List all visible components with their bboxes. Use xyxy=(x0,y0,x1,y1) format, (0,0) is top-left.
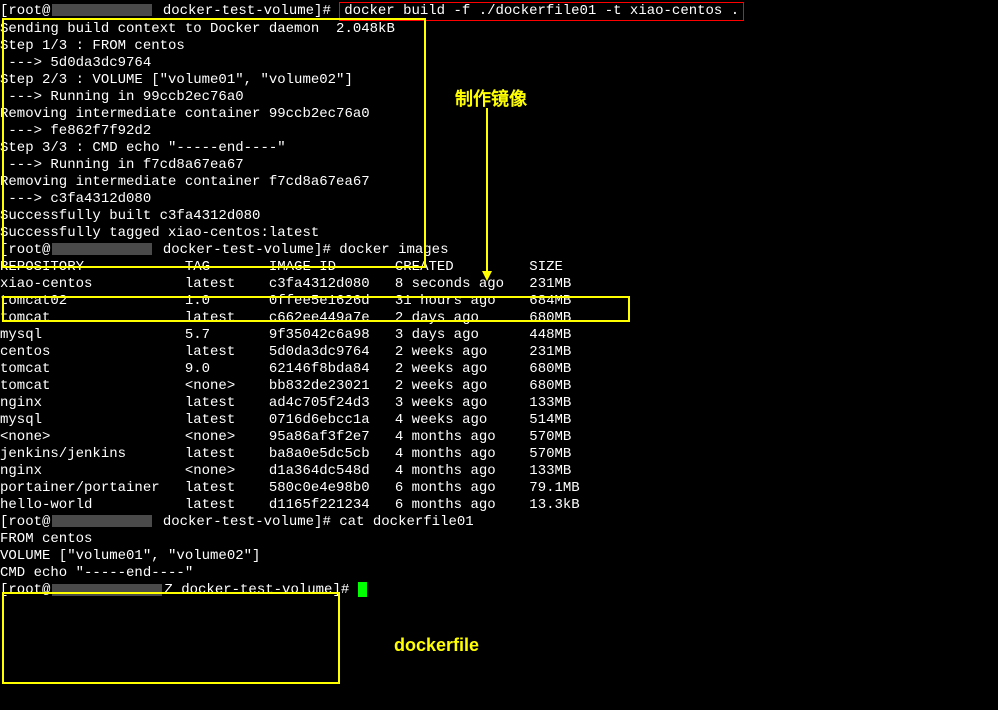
hostname-blur xyxy=(52,584,162,596)
table-row: mysql latest 0716d6ebcc1a 4 weeks ago 51… xyxy=(0,412,998,429)
build-out: Successfully tagged xiao-centos:latest xyxy=(0,225,998,242)
table-row: hello-world latest d1165f221234 6 months… xyxy=(0,497,998,514)
table-row: tomcat02 1.0 0ffee5e1626d 31 hours ago 6… xyxy=(0,293,998,310)
table-row: jenkins/jenkins latest ba8a0e5dc5cb 4 mo… xyxy=(0,446,998,463)
docker-build-command: docker build -f ./dockerfile01 -t xiao-c… xyxy=(339,2,744,21)
table-row: tomcat 9.0 62146f8bda84 2 weeks ago 680M… xyxy=(0,361,998,378)
table-row: xiao-centos latest c3fa4312d080 8 second… xyxy=(0,276,998,293)
dockerfile-line: CMD echo "-----end----" xyxy=(0,565,998,582)
table-row: nginx latest ad4c705f24d3 3 weeks ago 13… xyxy=(0,395,998,412)
table-row: nginx <none> d1a364dc548d 4 months ago 1… xyxy=(0,463,998,480)
build-out: Sending build context to Docker daemon 2… xyxy=(0,21,998,38)
arrow-head-icon xyxy=(482,271,492,281)
annotation-dockerfile: dockerfile xyxy=(394,635,479,656)
build-out: ---> c3fa4312d080 xyxy=(0,191,998,208)
table-row: portainer/portainer latest 580c0e4e98b0 … xyxy=(0,480,998,497)
dockerfile-line: VOLUME ["volume01", "volume02"] xyxy=(0,548,998,565)
prompt-line-4[interactable]: [root@Z docker-test-volume]# xyxy=(0,582,998,599)
table-row: tomcat <none> bb832de23021 2 weeks ago 6… xyxy=(0,378,998,395)
build-out: ---> 5d0da3dc9764 xyxy=(0,55,998,72)
build-out: Step 3/3 : CMD echo "-----end----" xyxy=(0,140,998,157)
build-out: Removing intermediate container f7cd8a67… xyxy=(0,174,998,191)
images-header: REPOSITORY TAG IMAGE ID CREATED SIZE xyxy=(0,259,998,276)
hostname-blur xyxy=(52,4,152,16)
table-row: mysql 5.7 9f35042c6a98 3 days ago 448MB xyxy=(0,327,998,344)
table-row: tomcat latest c662ee449a7e 2 days ago 68… xyxy=(0,310,998,327)
dockerfile-line: FROM centos xyxy=(0,531,998,548)
annotation-build-image: 制作镜像 xyxy=(455,85,527,111)
build-out: ---> Running in f7cd8a67ea67 xyxy=(0,157,998,174)
hostname-blur xyxy=(52,243,152,255)
prompt-line-1[interactable]: [root@ docker-test-volume]# docker build… xyxy=(0,2,998,21)
build-out: Step 1/3 : FROM centos xyxy=(0,38,998,55)
prompt-line-2[interactable]: [root@ docker-test-volume]# docker image… xyxy=(0,242,998,259)
highlight-dockerfile-content xyxy=(2,592,340,684)
prompt-line-3[interactable]: [root@ docker-test-volume]# cat dockerfi… xyxy=(0,514,998,531)
cursor xyxy=(358,582,367,597)
table-row: centos latest 5d0da3dc9764 2 weeks ago 2… xyxy=(0,344,998,361)
arrow-shaft xyxy=(486,108,488,273)
build-out: Successfully built c3fa4312d080 xyxy=(0,208,998,225)
table-row: <none> <none> 95a86af3f2e7 4 months ago … xyxy=(0,429,998,446)
hostname-blur xyxy=(52,515,152,527)
build-out: ---> fe862f7f92d2 xyxy=(0,123,998,140)
